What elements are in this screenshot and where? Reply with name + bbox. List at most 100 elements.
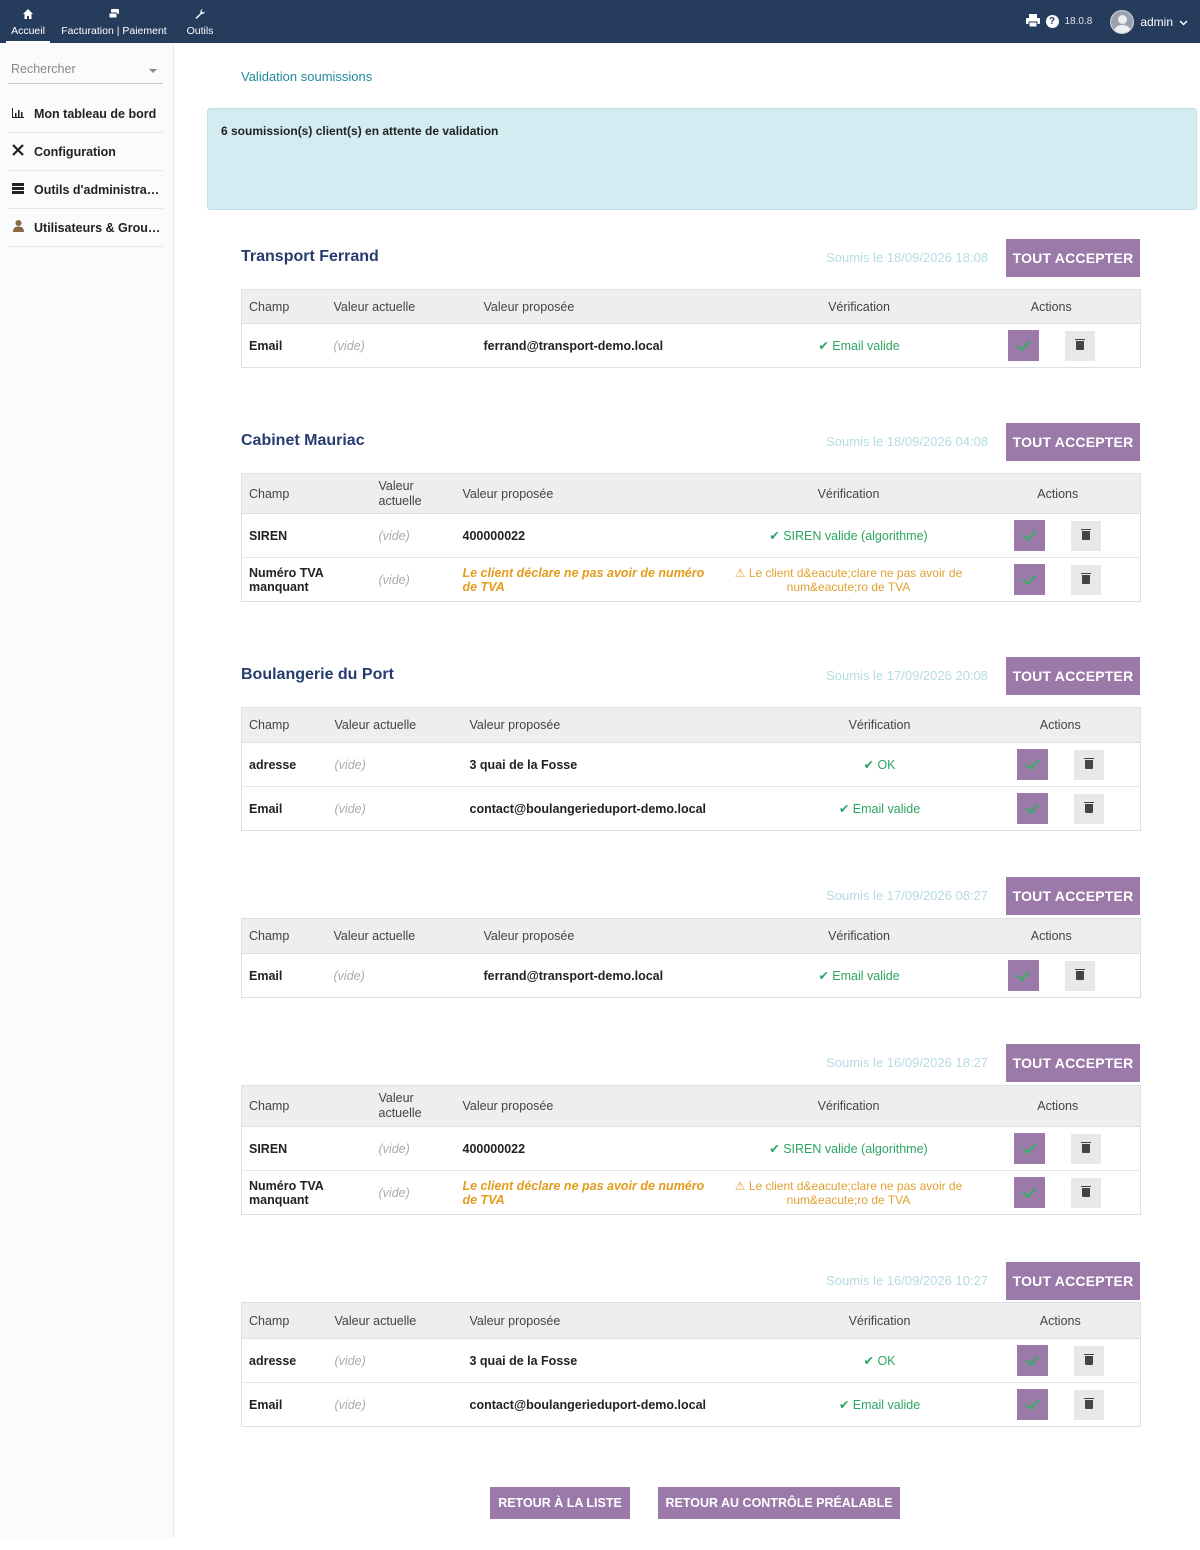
delete-button[interactable]: [1064, 960, 1095, 991]
check-icon: ✔: [863, 1354, 878, 1368]
col-current: Valeur actuelle: [327, 1302, 463, 1339]
delete-button[interactable]: [1071, 1133, 1102, 1164]
search-placeholder: Rechercher: [11, 62, 76, 76]
accept-button[interactable]: [1016, 1345, 1048, 1376]
accept-all-button[interactable]: TOUT ACCEPTER: [1006, 877, 1140, 915]
submission-date: Soumis le 16/09/2026 10:27: [826, 1273, 988, 1288]
col-actions: Actions: [980, 707, 1141, 743]
col-field: Champ: [241, 918, 327, 954]
check-icon: ✔: [769, 1142, 784, 1156]
accept-all-button[interactable]: TOUT ACCEPTER: [1006, 1044, 1140, 1082]
col-field: Champ: [241, 289, 327, 324]
col-current: Valeur actuelle: [371, 473, 456, 514]
col-field: Champ: [241, 707, 328, 743]
col-actions: Actions: [975, 473, 1141, 514]
chart-icon: [11, 107, 25, 121]
col-verification: Vérification: [721, 473, 976, 514]
menu-facturation[interactable]: Facturation | Paiement: [56, 0, 172, 43]
accept-button[interactable]: [1014, 1177, 1046, 1208]
col-proposed: Valeur proposée: [476, 289, 756, 324]
col-verification: Vérification: [755, 289, 963, 324]
table-row: SIREN (vide) 400000022 ✔ SIREN valide (a…: [242, 1127, 1141, 1171]
search-input[interactable]: Rechercher: [8, 62, 163, 84]
accept-button[interactable]: [1014, 1133, 1046, 1164]
table-row: Email (vide) contact@boulangerieduport-d…: [241, 1382, 1141, 1427]
col-verification: Vérification: [721, 1085, 976, 1127]
accept-button[interactable]: [1007, 330, 1039, 361]
submission-date: Soumis le 18/09/2026 04:08: [826, 434, 988, 449]
submission-table: Champ Valeur actuelle Valeur proposée Vé…: [241, 918, 1141, 998]
submission-table: Champ Valeur actuelle Valeur proposée Vé…: [241, 473, 1141, 602]
col-proposed: Valeur proposée: [476, 918, 756, 954]
check-icon: ✔: [838, 1398, 853, 1412]
caret-down-icon[interactable]: [149, 69, 157, 73]
sidebar-item-configuration[interactable]: Configuration: [8, 133, 163, 171]
sidebar-item-users[interactable]: Utilisateurs & Groupes: [8, 209, 163, 247]
submission-title: Boulangerie du Port: [241, 666, 394, 683]
print-icon[interactable]: [1025, 13, 1040, 30]
submission-title: Cabinet Mauriac: [241, 432, 365, 449]
col-proposed: Valeur proposée: [462, 1302, 779, 1339]
menu-outils-label: Outils: [186, 25, 214, 37]
col-actions: Actions: [962, 918, 1141, 954]
avatar[interactable]: [1110, 9, 1135, 34]
sidebar-item-admin-tools[interactable]: Outils d'administration: [8, 171, 163, 209]
accept-all-button[interactable]: TOUT ACCEPTER: [1006, 657, 1140, 695]
delete-button[interactable]: [1064, 330, 1095, 361]
submission-table: Champ Valeur actuelle Valeur proposée Vé…: [241, 707, 1141, 831]
version-label: 18.0.8: [1064, 16, 1093, 27]
table-row: adresse (vide) 3 quai de la Fosse ✔ OK: [242, 1339, 1141, 1383]
col-current: Valeur actuelle: [371, 1085, 456, 1127]
table-row: Numéro TVA manquant (vide) Le client déc…: [241, 557, 1141, 602]
pending-alert: 6 soumission(s) client(s) en attente de …: [207, 108, 1197, 210]
accept-button[interactable]: [1014, 564, 1046, 595]
submission-date: Soumis le 17/09/2026 08:27: [826, 888, 988, 903]
user-icon: [11, 220, 25, 235]
wrench-icon: [180, 8, 220, 22]
top-navbar: Accueil Facturation | Paiement Outils ? …: [0, 0, 1200, 43]
accept-button[interactable]: [1016, 793, 1048, 824]
submission-table: Champ Valeur actuelle Valeur proposée Vé…: [241, 289, 1141, 368]
chevron-down-icon[interactable]: [1179, 15, 1188, 29]
col-verification: Vérification: [778, 1302, 981, 1339]
col-proposed: Valeur proposée: [462, 707, 779, 743]
col-proposed: Valeur proposée: [455, 473, 722, 514]
back-to-precheck-button[interactable]: RETOUR AU CONTRÔLE PRÉALABLE: [658, 1487, 900, 1519]
alert-text: 6 soumission(s) client(s) en attente de …: [221, 124, 499, 138]
accept-button[interactable]: [1016, 749, 1048, 780]
menu-accueil-label: Accueil: [11, 25, 45, 37]
col-current: Valeur actuelle: [326, 918, 477, 954]
check-icon: ✔: [838, 802, 853, 816]
check-icon: ✔: [769, 529, 784, 543]
menu-accueil[interactable]: Accueil: [6, 0, 50, 43]
delete-button[interactable]: [1071, 564, 1102, 595]
delete-button[interactable]: [1073, 1345, 1104, 1376]
menu-outils[interactable]: Outils: [180, 0, 220, 43]
delete-button[interactable]: [1073, 1389, 1104, 1420]
submission-table: Champ Valeur actuelle Valeur proposée Vé…: [241, 1085, 1141, 1215]
breadcrumb[interactable]: Validation soumissions: [241, 69, 372, 84]
delete-button[interactable]: [1071, 520, 1102, 551]
check-icon: ✔: [818, 339, 833, 353]
delete-button[interactable]: [1073, 793, 1104, 824]
table-row: adresse (vide) 3 quai de la Fosse ✔ OK: [242, 743, 1141, 787]
accept-button[interactable]: [1016, 1389, 1048, 1420]
back-to-list-button[interactable]: RETOUR À LA LISTE: [490, 1487, 630, 1519]
help-icon[interactable]: ?: [1045, 15, 1059, 28]
table-row: Email (vide) ferrand@transport-demo.loca…: [242, 324, 1141, 368]
delete-button[interactable]: [1071, 1177, 1102, 1208]
col-actions: Actions: [980, 1302, 1141, 1339]
col-verification: Vérification: [778, 707, 981, 743]
accept-all-button[interactable]: TOUT ACCEPTER: [1006, 239, 1140, 277]
delete-button[interactable]: [1073, 749, 1104, 780]
accept-button[interactable]: [1014, 520, 1046, 551]
menu-facturation-label: Facturation | Paiement: [61, 25, 167, 37]
accept-all-button[interactable]: TOUT ACCEPTER: [1006, 1262, 1140, 1300]
submission-date: Soumis le 18/09/2026 18:08: [826, 250, 988, 265]
user-name[interactable]: admin: [1140, 15, 1173, 29]
sidebar-item-dashboard[interactable]: Mon tableau de bord: [8, 95, 163, 133]
accept-button[interactable]: [1007, 960, 1039, 991]
table-row: SIREN (vide) 400000022 ✔ SIREN valide (a…: [242, 514, 1141, 558]
table-row: Email (vide) ferrand@transport-demo.loca…: [242, 954, 1141, 998]
accept-all-button[interactable]: TOUT ACCEPTER: [1006, 423, 1140, 461]
